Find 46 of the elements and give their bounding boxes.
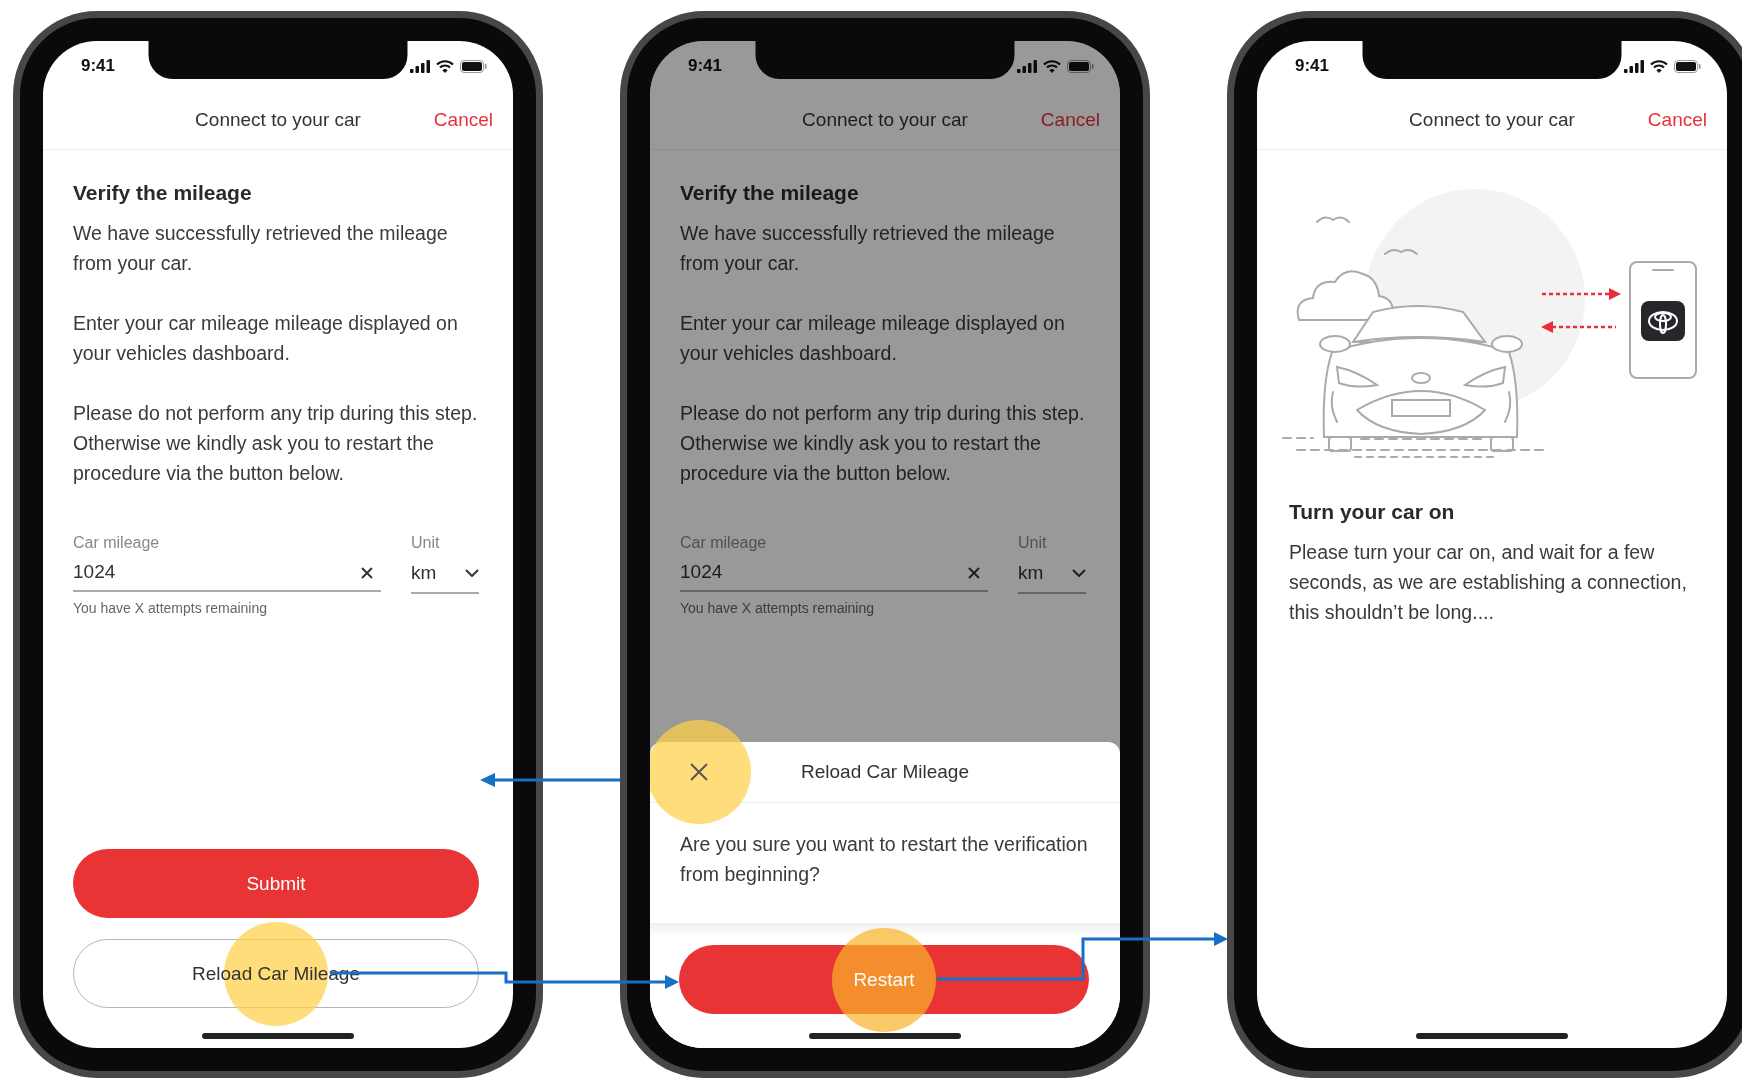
body-paragraph: Please do not perform any trip during this step. Otherwise we kindly ask you to restart the procedure via the button below. bbox=[73, 401, 479, 486]
body-paragraph: Enter your car mileage mileage displayed on your vehicles dashboard. bbox=[680, 311, 1066, 366]
body-paragraph: We have successfully retrieved the mileage from your car. bbox=[680, 221, 1056, 276]
mileage-input-field[interactable]: 1024 bbox=[73, 554, 381, 592]
cancel-link[interactable]: Cancel bbox=[1647, 109, 1707, 131]
section-heading: Verify the mileage bbox=[680, 180, 860, 206]
mileage-input-field[interactable]: 1024 bbox=[680, 554, 988, 592]
sheet-title: Reload Car Mileage bbox=[801, 761, 969, 783]
body-paragraph: Please turn your car on, and wait for a few seconds, as we are establishing a connection, this shouldn’t be long.... bbox=[1289, 540, 1688, 625]
battery-icon bbox=[1067, 59, 1094, 73]
helper-text: You have X attempts remaining bbox=[73, 600, 269, 616]
header-title: Connect to your car bbox=[195, 109, 361, 131]
battery-icon bbox=[460, 59, 487, 73]
signal-icon bbox=[1017, 59, 1037, 73]
submit-button[interactable]: Submit bbox=[73, 849, 479, 918]
cancel-link[interactable]: Cancel bbox=[433, 109, 493, 131]
status-time: 9:41 bbox=[81, 56, 116, 76]
header-title: Connect to your car bbox=[802, 109, 968, 131]
wifi-icon bbox=[1043, 59, 1061, 73]
body-paragraph: We have successfully retrieved the mileage from your car. bbox=[73, 221, 449, 276]
clear-icon[interactable] bbox=[968, 567, 980, 579]
cancel-link[interactable]: Cancel bbox=[1040, 109, 1100, 131]
body-paragraph: Please do not perform any trip during this step. Otherwise we kindly ask you to restart the procedure via the button below. bbox=[680, 401, 1086, 486]
caret-icon bbox=[1072, 569, 1086, 577]
field-label: Car mileage bbox=[680, 533, 768, 553]
field-label: Car mileage bbox=[73, 533, 161, 553]
sheet-message: Are you sure you want to restart the verification from beginning? bbox=[680, 832, 1089, 887]
battery-icon bbox=[1674, 59, 1701, 73]
wifi-icon bbox=[436, 59, 454, 73]
field-label: Unit bbox=[411, 533, 441, 553]
helper-text: You have X attempts remaining bbox=[680, 600, 876, 616]
body-paragraph: Enter your car mileage mileage displayed on your vehicles dashboard. bbox=[73, 311, 459, 366]
signal-icon bbox=[410, 59, 430, 73]
caret-icon bbox=[465, 569, 479, 577]
header-title: Connect to your car bbox=[1409, 109, 1575, 131]
wifi-icon bbox=[1650, 59, 1668, 73]
field-label: Unit bbox=[1018, 533, 1048, 553]
status-time: 9:41 bbox=[1295, 56, 1330, 76]
section-heading: Turn your car on bbox=[1289, 499, 1456, 525]
clear-icon[interactable] bbox=[361, 567, 373, 579]
close-icon[interactable] bbox=[690, 763, 708, 781]
unit-dropdown[interactable]: km bbox=[411, 554, 479, 594]
section-heading: Verify the mileage bbox=[73, 180, 253, 206]
status-time: 9:41 bbox=[688, 56, 723, 76]
signal-icon bbox=[1624, 59, 1644, 73]
unit-dropdown[interactable]: km bbox=[1018, 554, 1086, 594]
